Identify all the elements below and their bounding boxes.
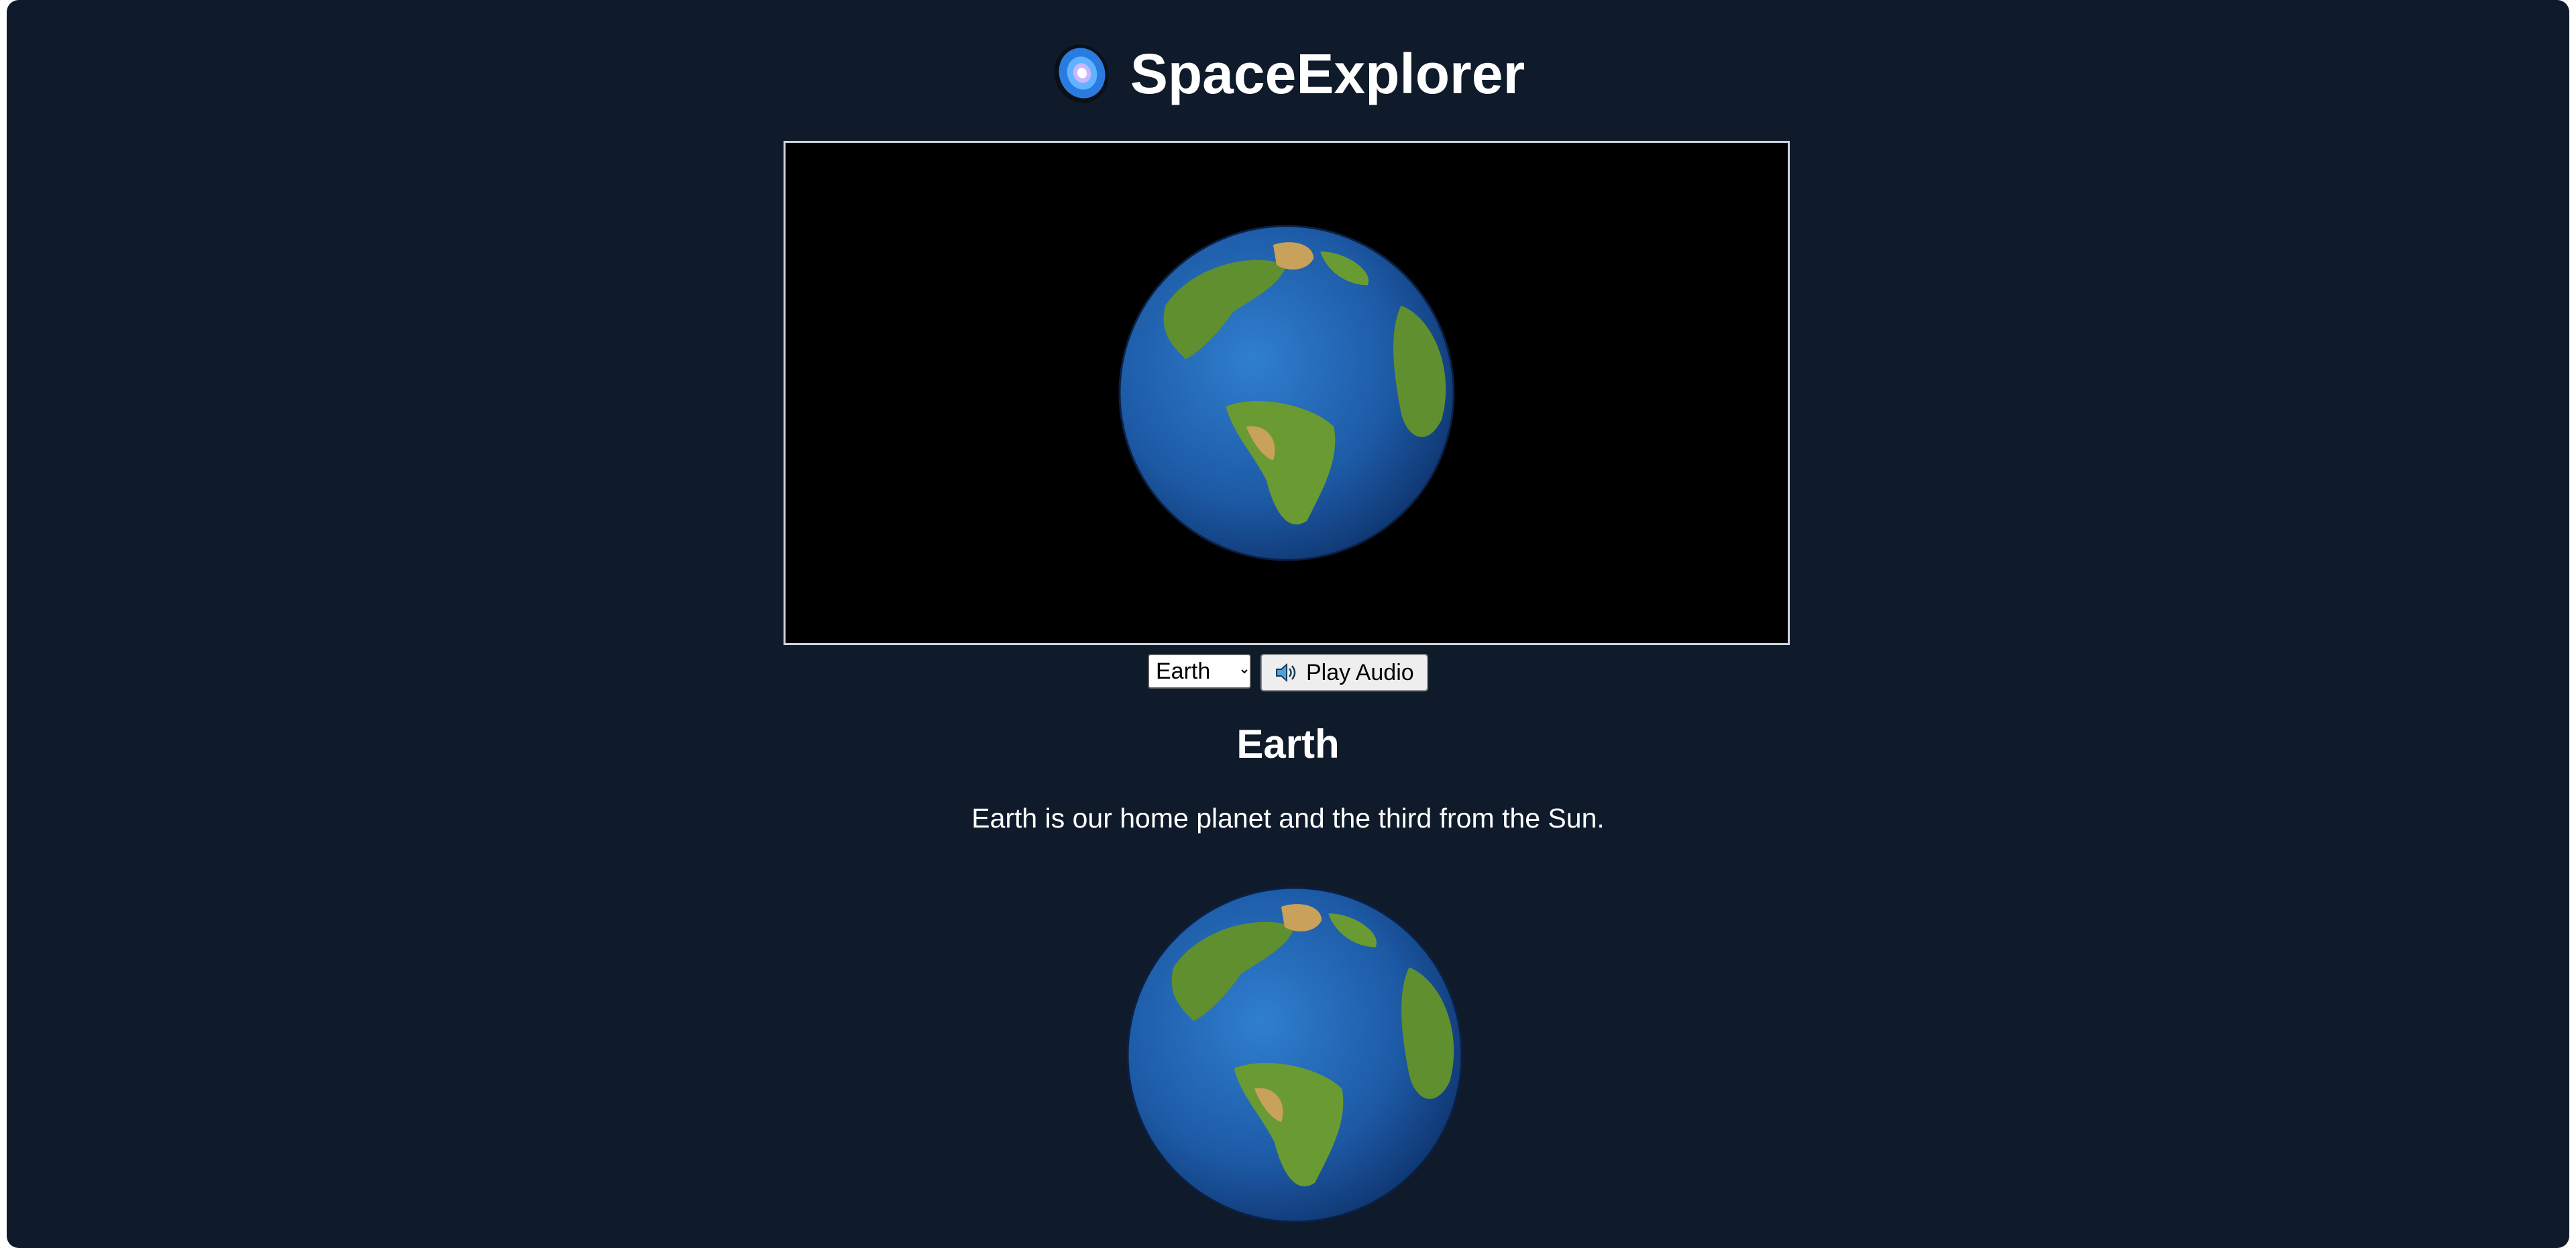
speaker-icon — [1274, 661, 1298, 685]
planet-select[interactable]: Earth — [1148, 654, 1251, 689]
earth-globe-image — [1126, 887, 1463, 1223]
play-audio-label: Play Audio — [1306, 659, 1414, 685]
planet-viewer[interactable] — [784, 141, 1790, 645]
play-audio-button[interactable]: Play Audio — [1260, 654, 1428, 691]
app-title: SpaceExplorer — [1130, 42, 1525, 105]
galaxy-icon — [1051, 44, 1112, 104]
planet-description: Earth is our home planet and the third f… — [971, 803, 1605, 834]
app-header: SpaceExplorer — [7, 37, 2569, 111]
controls-bar: Earth Play Audio — [7, 654, 2569, 691]
planet-image — [1126, 887, 1463, 1223]
planet-name-heading: Earth — [1236, 722, 1340, 767]
earth-globe-3d — [1118, 225, 1455, 561]
app-container: SpaceExplorer Earth Play Audio Earth Ear… — [7, 0, 2569, 1248]
